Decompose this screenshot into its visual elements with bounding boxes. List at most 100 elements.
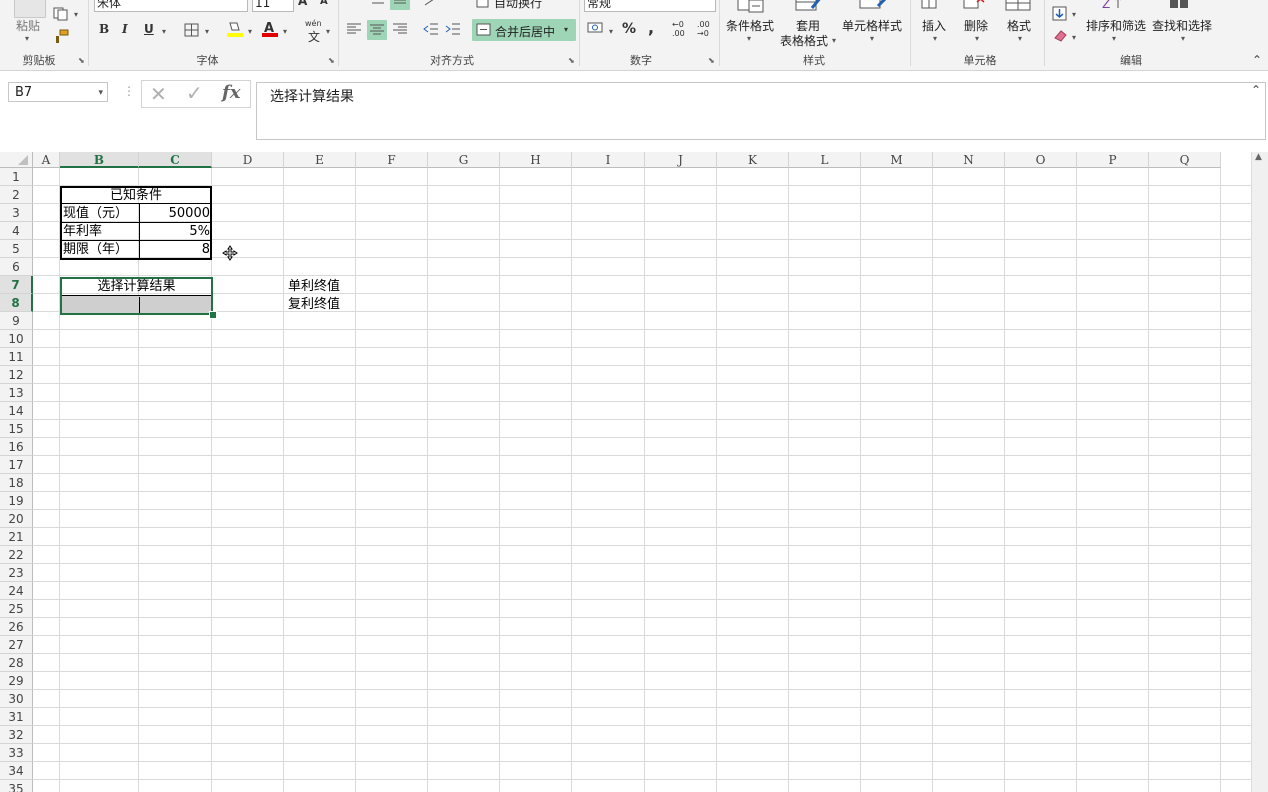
row-header-5[interactable]: 5 — [0, 240, 33, 258]
phonetic-icon[interactable]: wén 文 — [303, 19, 327, 44]
worksheet-grid[interactable]: ABCDEFGHIJKLMNOPQ 1 2 3 4 5 6 7 8 9 10 11 12 13 14 15 1… — [0, 152, 1268, 792]
align-center-icon[interactable] — [367, 20, 387, 40]
increase-decimal-button[interactable]: ←0 .00 — [672, 20, 692, 40]
row-header-3[interactable]: 3 — [0, 204, 33, 222]
find-select-dropdown-icon[interactable]: ▾ — [1181, 34, 1185, 43]
row-header-6[interactable]: 6 — [0, 258, 33, 276]
font-name-combo[interactable]: 宋体 — [94, 0, 248, 12]
insert-cells-icon[interactable] — [920, 0, 942, 14]
row-header-30[interactable]: 30 — [0, 690, 33, 708]
cancel-icon[interactable]: ✕ — [150, 82, 167, 106]
font-color-dropdown-icon[interactable]: ▾ — [283, 27, 287, 36]
cell-B2[interactable]: 已知条件 — [61, 187, 211, 204]
delete-cells-icon[interactable] — [962, 0, 986, 14]
select-all-button[interactable] — [0, 152, 33, 168]
comma-style-button[interactable]: , — [648, 18, 654, 37]
insert-label[interactable]: 插入 — [922, 17, 946, 34]
column-header-E[interactable]: E — [284, 152, 356, 168]
row-header-23[interactable]: 23 — [0, 564, 33, 582]
shrink-font-button[interactable]: A — [320, 0, 328, 7]
phonetic-dropdown-icon[interactable]: ▾ — [326, 27, 330, 36]
fill-color-dropdown-icon[interactable]: ▾ — [248, 27, 252, 36]
column-header-M[interactable]: M — [861, 152, 933, 168]
merge-center-button[interactable]: 合并后居中 ▾ — [472, 19, 576, 41]
row-header-2[interactable]: 2 — [0, 186, 33, 204]
row-header-19[interactable]: 19 — [0, 492, 33, 510]
row-header-24[interactable]: 24 — [0, 582, 33, 600]
sort-filter-dropdown-icon[interactable]: ▾ — [1112, 34, 1116, 43]
underline-dropdown-icon[interactable]: ▾ — [162, 27, 166, 36]
format-cells-icon[interactable] — [1004, 0, 1034, 14]
cell-styles-label[interactable]: 单元格样式 — [842, 17, 902, 34]
row-header-33[interactable]: 33 — [0, 744, 33, 762]
cell-C5[interactable]: 8 — [140, 241, 210, 258]
underline-button[interactable]: U — [144, 22, 154, 36]
accounting-dropdown-icon[interactable]: ▾ — [609, 27, 613, 36]
conditional-format-icon[interactable] — [734, 0, 768, 14]
column-header-P[interactable]: P — [1077, 152, 1149, 168]
column-header-C[interactable]: C — [139, 152, 212, 168]
cell-E8[interactable]: 复利终值 — [288, 296, 340, 313]
enter-icon[interactable]: ✓ — [186, 81, 203, 105]
format-as-table-icon[interactable] — [794, 0, 824, 14]
format-dropdown-icon[interactable]: ▾ — [1018, 34, 1022, 43]
row-header-4[interactable]: 4 — [0, 222, 33, 240]
column-header-J[interactable]: J — [645, 152, 717, 168]
column-header-H[interactable]: H — [500, 152, 572, 168]
name-box[interactable]: B7 ▾ — [8, 82, 108, 102]
clipboard-launcher-icon[interactable]: ⬊ — [78, 57, 86, 65]
cell-E7[interactable]: 单利终值 — [288, 278, 340, 295]
italic-button[interactable]: I — [122, 22, 128, 36]
collapse-formula-icon[interactable]: ⌃ — [1251, 83, 1261, 97]
cell-styles-icon[interactable] — [858, 0, 890, 14]
format-as-table-dropdown-icon[interactable]: ▾ — [832, 36, 836, 45]
borders-dropdown-icon[interactable]: ▾ — [205, 27, 209, 36]
copy-dropdown-icon[interactable]: ▾ — [74, 10, 78, 19]
row-header-14[interactable]: 14 — [0, 402, 33, 420]
row-header-35[interactable]: 35 — [0, 780, 33, 792]
row-header-22[interactable]: 22 — [0, 546, 33, 564]
column-header-O[interactable]: O — [1005, 152, 1077, 168]
row-header-7[interactable]: 7 — [0, 276, 33, 294]
row-header-21[interactable]: 21 — [0, 528, 33, 546]
cell-C4[interactable]: 5% — [140, 223, 210, 240]
row-header-17[interactable]: 17 — [0, 456, 33, 474]
column-header-B[interactable]: B — [60, 152, 139, 168]
cell-B4[interactable]: 年利率 — [63, 223, 139, 240]
cell-B5[interactable]: 期限（年） — [63, 241, 139, 258]
cell-styles-dropdown-icon[interactable]: ▾ — [870, 34, 874, 43]
increase-indent-icon[interactable] — [444, 21, 462, 37]
format-label[interactable]: 格式 — [1007, 17, 1031, 34]
row-header-25[interactable]: 25 — [0, 600, 33, 618]
sort-filter-label[interactable]: 排序和筛选 — [1086, 17, 1146, 34]
cell-B3[interactable]: 现值（元） — [63, 205, 139, 222]
align-top-icon[interactable] — [390, 0, 410, 10]
row-header-1[interactable]: 1 — [0, 168, 33, 186]
font-color-icon[interactable]: A — [261, 20, 279, 38]
font-launcher-icon[interactable]: ⬊ — [328, 57, 336, 65]
collapse-ribbon-icon[interactable]: ⌃ — [1252, 53, 1262, 67]
row-header-28[interactable]: 28 — [0, 654, 33, 672]
percent-style-button[interactable]: % — [622, 21, 636, 37]
paste-button[interactable] — [14, 0, 46, 18]
column-header-K[interactable]: K — [717, 152, 789, 168]
row-header-16[interactable]: 16 — [0, 438, 33, 456]
vertical-scrollbar[interactable]: ▲ — [1251, 152, 1268, 792]
scroll-up-icon[interactable]: ▲ — [1255, 152, 1262, 162]
find-select-label[interactable]: 查找和选择 — [1152, 17, 1212, 34]
copy-icon[interactable] — [53, 6, 69, 21]
paste-dropdown-icon[interactable]: ▾ — [25, 34, 29, 43]
row-header-11[interactable]: 11 — [0, 348, 33, 366]
row-header-27[interactable]: 27 — [0, 636, 33, 654]
row-header-10[interactable]: 10 — [0, 330, 33, 348]
font-size-combo[interactable]: 11 — [252, 0, 294, 12]
row-header-9[interactable]: 9 — [0, 312, 33, 330]
fill-color-icon[interactable] — [226, 20, 244, 38]
alignment-launcher-icon[interactable]: ⬊ — [568, 57, 576, 65]
row-header-13[interactable]: 13 — [0, 384, 33, 402]
insert-function-icon[interactable]: fx — [222, 82, 240, 103]
row-header-20[interactable]: 20 — [0, 510, 33, 528]
row-header-29[interactable]: 29 — [0, 672, 33, 690]
row-header-32[interactable]: 32 — [0, 726, 33, 744]
bold-button[interactable]: B — [99, 22, 109, 36]
